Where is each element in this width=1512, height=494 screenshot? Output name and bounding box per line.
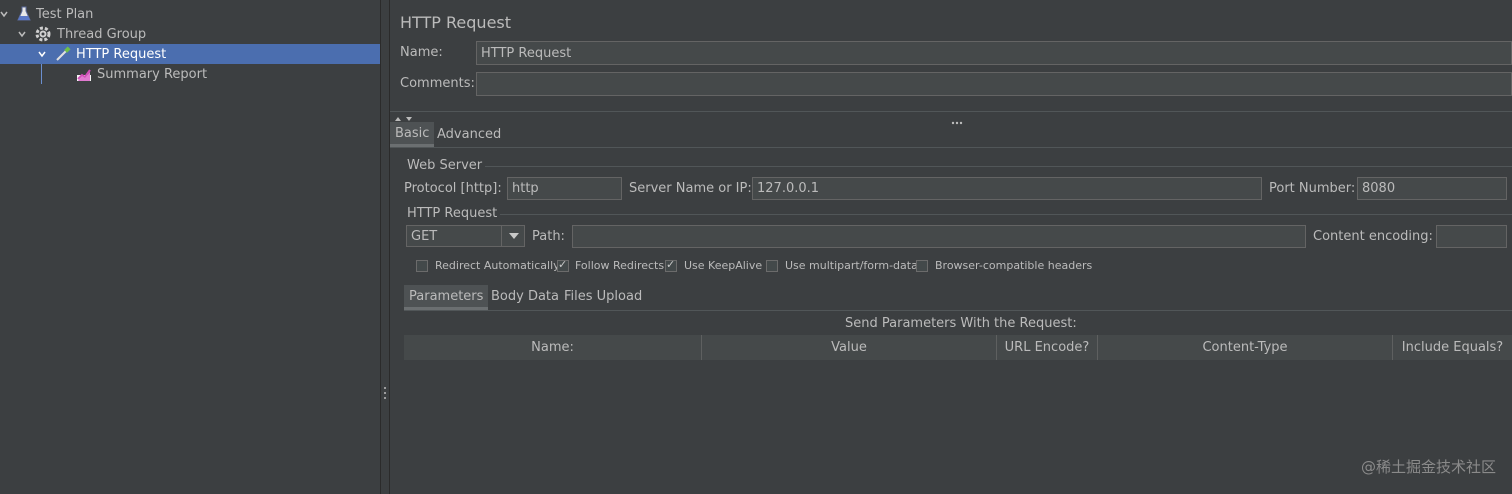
protocol-label: Protocol [http]: [404, 181, 502, 196]
path-label: Path: [532, 229, 565, 244]
path-field[interactable] [572, 225, 1306, 248]
splitter-border [389, 0, 390, 494]
section-border [485, 166, 1512, 167]
method-dropdown-button[interactable] [501, 225, 525, 247]
tab-advanced[interactable]: Advanced [437, 127, 501, 142]
tree-item-summary-report[interactable]: Summary Report [0, 64, 380, 84]
chevron-down-icon [508, 233, 519, 239]
redirect-automatically-checkbox[interactable] [416, 260, 428, 272]
browser-compatible-headers-checkbox[interactable] [916, 260, 928, 272]
tree-item-thread-group[interactable]: Thread Group [0, 24, 380, 44]
chevron-down-icon[interactable] [38, 50, 46, 58]
tree-item-test-plan[interactable]: Test Plan [0, 4, 380, 24]
http-request-section-title: HTTP Request [407, 206, 498, 221]
content-encoding-field[interactable] [1436, 225, 1507, 248]
tab-files-upload[interactable]: Files Upload [564, 289, 642, 304]
comments-label: Comments: [400, 76, 475, 91]
test-plan-tree: Test Plan Thread Group HTTP Request Summ… [0, 0, 380, 494]
tab-body-data[interactable]: Body Data [491, 289, 559, 304]
browser-compatible-headers-label: Browser-compatible headers [935, 259, 1093, 272]
section-border [500, 214, 1512, 215]
summary-report-chart-icon [76, 66, 92, 82]
page-title: HTTP Request [400, 13, 512, 32]
port-number-field[interactable]: 8080 [1357, 177, 1507, 200]
comments-field[interactable] [476, 72, 1512, 96]
web-server-section-title: Web Server [407, 158, 483, 173]
use-multipart-label: Use multipart/form-data [785, 259, 918, 272]
server-name-label: Server Name or IP: [629, 181, 752, 196]
port-number-label: Port Number: [1269, 181, 1356, 196]
protocol-field[interactable]: http [507, 177, 622, 200]
tree-item-label: Summary Report [97, 66, 208, 82]
method-select-value: GET [411, 228, 438, 244]
column-header-url-encode[interactable]: URL Encode? [997, 335, 1098, 360]
column-header-include-equals[interactable]: Include Equals? [1393, 335, 1512, 360]
follow-redirects-label: Follow Redirects [575, 259, 665, 272]
follow-redirects-checkbox[interactable] [557, 258, 569, 272]
tree-item-http-request[interactable]: HTTP Request [0, 44, 380, 64]
chevron-down-icon[interactable] [0, 10, 8, 18]
test-plan-flask-icon [16, 6, 32, 22]
name-field[interactable]: HTTP Request [476, 41, 1512, 65]
content-encoding-label: Content encoding: [1313, 229, 1433, 244]
tab-separator [404, 310, 1512, 311]
column-header-content-type[interactable]: Content-Type [1098, 335, 1393, 360]
use-multipart-checkbox[interactable] [766, 260, 778, 272]
parameters-table-caption: Send Parameters With the Request: [845, 316, 1077, 331]
drag-handle-icon[interactable] [951, 114, 965, 129]
tab-basic[interactable]: Basic [390, 122, 435, 147]
http-request-pipette-icon [55, 46, 71, 62]
tab-parameters[interactable]: Parameters [404, 285, 489, 310]
chevron-down-icon[interactable] [18, 30, 26, 38]
tab-separator [390, 147, 1512, 148]
redirect-automatically-label: Redirect Automatically [435, 259, 560, 272]
watermark: @稀土掘金技术社区 [1360, 458, 1496, 476]
thread-group-gear-icon [35, 26, 51, 42]
tree-item-label: HTTP Request [76, 46, 167, 62]
column-header-value[interactable]: Value [702, 335, 997, 360]
tree-item-label: Test Plan [36, 6, 94, 22]
column-header-name[interactable]: Name: [404, 335, 702, 360]
name-label: Name: [400, 45, 443, 60]
use-keepalive-label: Use KeepAlive [684, 259, 763, 272]
collapse-bar-line [390, 111, 1512, 112]
tree-item-label: Thread Group [57, 26, 147, 42]
use-keepalive-checkbox[interactable] [665, 258, 677, 272]
server-name-field[interactable]: 127.0.0.1 [752, 177, 1262, 200]
